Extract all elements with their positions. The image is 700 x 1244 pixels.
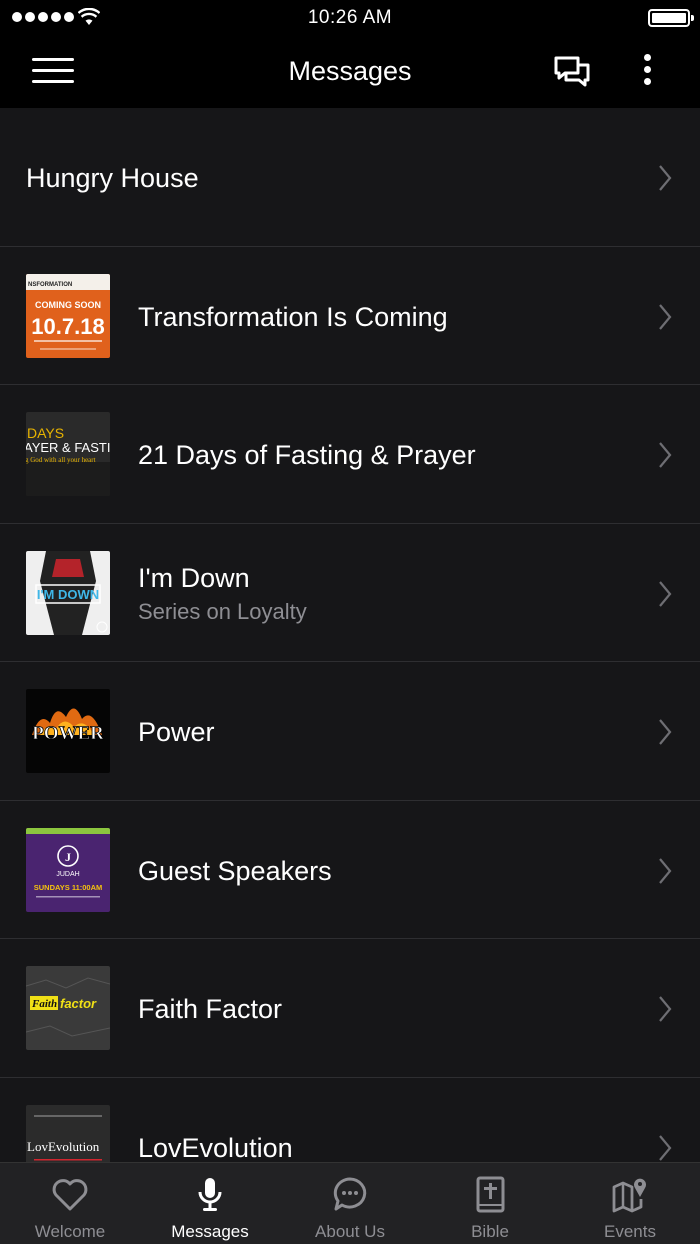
svg-text:Faith: Faith <box>31 998 57 1010</box>
list-item-title: Faith Factor <box>138 994 283 1024</box>
list-item-title: 21 Days of Fasting & Prayer <box>138 440 476 470</box>
list-item[interactable]: Hungry House <box>0 108 700 247</box>
series-thumbnail: J JUDAH SUNDAYS 11:00AM <box>26 827 110 912</box>
more-options-icon[interactable] <box>638 54 656 92</box>
svg-text:AYER & FASTI: AYER & FASTI <box>26 440 110 455</box>
page-title: Messages <box>288 56 412 86</box>
svg-text:SUNDAYS 11:00AM: SUNDAYS 11:00AM <box>34 883 103 892</box>
series-thumbnail: NSFORMATION COMING SOON 10.7.18 <box>26 273 110 358</box>
chat-bubble-icon <box>333 1177 367 1211</box>
tab-bar: Welcome Messages About Us Bible Events <box>0 1162 700 1244</box>
list-item[interactable]: DAYS AYER & FASTI g God with all your he… <box>0 385 700 524</box>
svg-text:J: J <box>65 850 71 864</box>
tab-messages[interactable]: Messages <box>140 1163 280 1244</box>
navigation-bar: Messages <box>0 36 700 108</box>
chevron-right-icon <box>659 580 672 607</box>
chevron-right-icon <box>659 442 672 468</box>
tab-events[interactable]: Events <box>560 1163 700 1244</box>
list-item-subtitle: Series on Loyalty <box>138 598 307 624</box>
series-thumbnail: I'M DOWN <box>26 550 110 635</box>
status-time: 10:26 AM <box>307 7 393 28</box>
tab-label: Bible <box>471 1222 509 1241</box>
list-item-title: I'm Down <box>138 562 250 593</box>
tab-label: Events <box>604 1222 656 1241</box>
chevron-right-icon <box>659 165 672 191</box>
svg-text:10.7.18: 10.7.18 <box>31 314 104 339</box>
svg-text:LovEvolution: LovEvolution <box>27 1139 100 1154</box>
status-bar: 10:26 AM <box>0 0 700 36</box>
bible-icon <box>476 1176 505 1213</box>
list-item[interactable]: LovEvolution LovEvolution <box>0 1078 700 1163</box>
message-series-list: Hungry House NSFORMATION COMING SOON 10.… <box>0 108 700 1162</box>
svg-text:DAYS: DAYS <box>27 425 64 441</box>
list-item[interactable]: J JUDAH SUNDAYS 11:00AM Guest Speakers <box>0 801 700 939</box>
battery-icon <box>648 9 694 27</box>
conversation-icon[interactable] <box>552 54 592 90</box>
list-item[interactable]: Faith factor Faith Factor <box>0 939 700 1078</box>
svg-text:I'M DOWN: I'M DOWN <box>37 587 99 602</box>
chevron-right-icon <box>659 303 672 330</box>
tab-label: Messages <box>171 1222 249 1241</box>
heart-icon <box>52 1179 88 1211</box>
chevron-right-icon <box>659 857 672 884</box>
svg-text:factor: factor <box>60 996 97 1011</box>
list-item-title: Guest Speakers <box>138 855 332 886</box>
chevron-right-icon <box>659 996 672 1022</box>
chevron-right-icon <box>659 1134 672 1161</box>
svg-text:g God with all your heart: g God with all your heart <box>26 456 96 464</box>
tab-label: About Us <box>315 1222 385 1241</box>
list-item[interactable]: I'M DOWN I'm Down Series on Loyalty <box>0 524 700 662</box>
tab-bible[interactable]: Bible <box>420 1163 560 1244</box>
series-thumbnail: POWER <box>26 689 110 773</box>
tab-label: Welcome <box>34 1222 106 1241</box>
series-thumbnail: LovEvolution <box>26 1104 110 1162</box>
svg-text:POWER: POWER <box>32 723 104 744</box>
list-item-title: Transformation Is Coming <box>138 301 448 332</box>
tab-about-us[interactable]: About Us <box>280 1163 420 1244</box>
map-pin-icon <box>612 1178 646 1213</box>
svg-text:NSFORMATION: NSFORMATION <box>28 282 72 288</box>
svg-text:COMING SOON: COMING SOON <box>35 300 101 310</box>
svg-text:JUDAH: JUDAH <box>56 871 79 878</box>
list-item[interactable]: NSFORMATION COMING SOON 10.7.18 Transfor… <box>0 247 700 385</box>
list-item[interactable]: POWER Power <box>0 662 700 801</box>
chevron-right-icon <box>659 719 672 745</box>
list-item-title: Hungry House <box>26 163 199 193</box>
series-thumbnail: Faith factor <box>26 966 110 1050</box>
list-item-title: LovEvolution <box>138 1132 293 1163</box>
tab-welcome[interactable]: Welcome <box>0 1163 140 1244</box>
microphone-icon <box>198 1178 222 1211</box>
list-item-title: Power <box>138 717 215 747</box>
series-thumbnail: DAYS AYER & FASTI g God with all your he… <box>26 412 110 496</box>
